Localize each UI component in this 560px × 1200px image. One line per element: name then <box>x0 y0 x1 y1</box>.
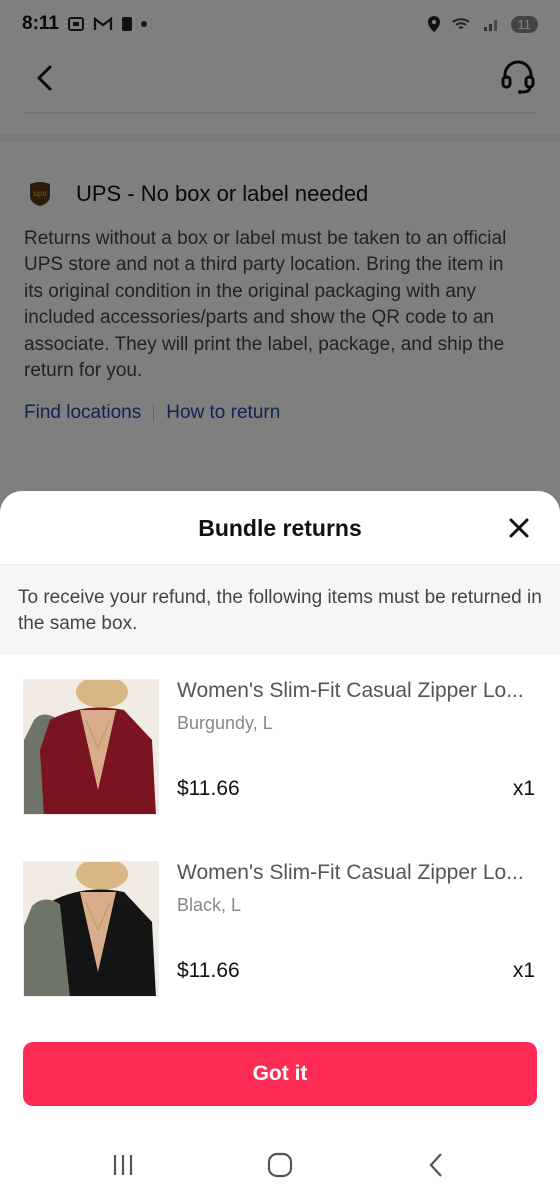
product-price: $11.66 <box>177 959 240 982</box>
product-title: Women's Slim-Fit Casual Zipper Lo... <box>177 679 524 702</box>
home-button[interactable] <box>260 1150 300 1180</box>
refund-notice: To receive your refund, the following it… <box>0 565 560 655</box>
sheet-header: Bundle returns <box>0 491 560 565</box>
product-quantity: x1 <box>512 777 535 800</box>
list-item: Women's Slim-Fit Casual Zipper Lo... Bur… <box>0 655 560 837</box>
home-icon <box>267 1152 293 1178</box>
recent-apps-icon <box>113 1155 133 1175</box>
product-variant: Burgundy, L <box>177 713 273 733</box>
system-back-button[interactable] <box>416 1150 456 1180</box>
bundle-returns-sheet: Bundle returns To receive your refund, t… <box>0 491 560 1200</box>
close-button[interactable] <box>506 515 532 541</box>
close-icon <box>509 518 529 538</box>
product-title: Women's Slim-Fit Casual Zipper Lo... <box>177 861 524 884</box>
product-price: $11.66 <box>177 777 240 800</box>
product-image <box>23 679 159 815</box>
recent-apps-button[interactable] <box>103 1150 143 1180</box>
product-quantity: x1 <box>512 959 535 982</box>
sheet-title: Bundle returns <box>198 515 362 541</box>
product-variant: Black, L <box>177 895 242 915</box>
back-arrow-icon <box>429 1153 442 1177</box>
list-item: Women's Slim-Fit Casual Zipper Lo... Bla… <box>0 837 560 1019</box>
got-it-button[interactable]: Got it <box>23 1042 537 1106</box>
product-image <box>23 861 159 997</box>
system-navigation-bar <box>0 1130 560 1200</box>
